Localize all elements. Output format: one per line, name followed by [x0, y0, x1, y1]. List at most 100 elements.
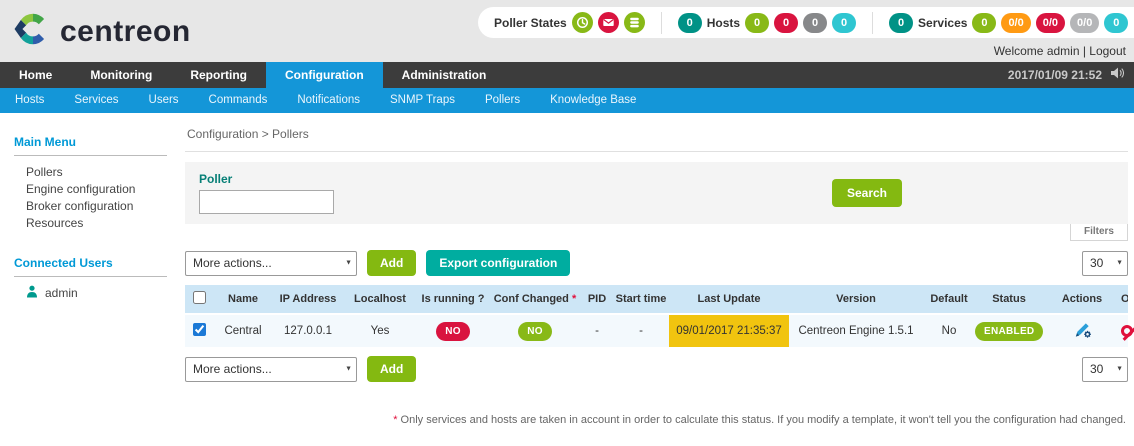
footnote-text: Only services and hosts are taken in acc…: [397, 414, 1126, 426]
subnav-item-snmp-traps[interactable]: SNMP Traps: [375, 88, 470, 113]
hosts-up-badge[interactable]: 0: [745, 13, 769, 33]
sidebar-item-engine-configuration[interactable]: Engine configuration: [26, 181, 167, 198]
centreon-logo-icon: [14, 10, 52, 53]
configuration-sub-nav: Hosts Services Users Commands Notificati…: [0, 88, 1134, 113]
services-status-group: 0 Services 0 0/0 0/0 0/0 0: [889, 13, 1128, 33]
centreon-app: centreon Poller States 0 Hosts 0: [0, 0, 1134, 446]
poller-search-input[interactable]: [199, 190, 334, 214]
table-header-row: Name IP Address Localhost Is running ? C…: [185, 285, 1128, 314]
services-total-badge[interactable]: 0: [889, 13, 913, 33]
table-row: Central 127.0.0.1 Yes NO NO - - 09/01/20…: [185, 314, 1128, 347]
nav-item-monitoring[interactable]: Monitoring: [71, 62, 171, 88]
services-warning-badge[interactable]: 0/0: [1001, 13, 1030, 33]
hosts-label: Hosts: [707, 16, 740, 30]
poller-database-icon[interactable]: [624, 12, 645, 33]
subnav-item-services[interactable]: Services: [59, 88, 133, 113]
header-name[interactable]: Name: [213, 285, 273, 314]
header-conf-changed[interactable]: Conf Changed *: [489, 285, 581, 314]
is-running-badge: NO: [436, 322, 470, 341]
status-separator: [661, 12, 662, 34]
cell-options: [1121, 314, 1128, 347]
required-asterisk: *: [572, 293, 576, 305]
services-pending-badge[interactable]: 0: [1104, 13, 1128, 33]
sidebar-item-broker-configuration[interactable]: Broker configuration: [26, 198, 167, 215]
poller-latency-clock-icon[interactable]: [572, 12, 593, 33]
cell-start-time: -: [613, 314, 669, 347]
header-is-running[interactable]: Is running ?: [417, 285, 489, 314]
services-critical-badge[interactable]: 0/0: [1036, 13, 1065, 33]
services-unknown-badge[interactable]: 0/0: [1070, 13, 1099, 33]
hosts-pending-badge[interactable]: 0: [832, 13, 856, 33]
hosts-down-badge[interactable]: 0: [774, 13, 798, 33]
services-label: Services: [918, 16, 967, 30]
services-ok-badge[interactable]: 0: [972, 13, 996, 33]
header-localhost[interactable]: Localhost: [343, 285, 417, 314]
subnav-item-pollers[interactable]: Pollers: [470, 88, 535, 113]
pollers-table: Name IP Address Localhost Is running ? C…: [185, 285, 1128, 347]
status-separator: [872, 12, 873, 34]
select-all-checkbox[interactable]: [193, 291, 206, 304]
cell-last-update: 09/01/2017 21:35:37: [669, 314, 789, 347]
toolbar-top: More actions... Add Export configuration…: [185, 250, 1128, 276]
nav-item-home[interactable]: Home: [0, 62, 71, 88]
subnav-item-commands[interactable]: Commands: [194, 88, 283, 113]
content: Main Menu Pollers Engine configuration B…: [0, 113, 1134, 446]
nav-item-reporting[interactable]: Reporting: [171, 62, 266, 88]
search-button[interactable]: Search: [832, 179, 902, 207]
row-checkbox[interactable]: [193, 323, 206, 336]
sidebar-item-resources[interactable]: Resources: [26, 215, 167, 232]
cell-ip-address: 127.0.0.1: [273, 314, 343, 347]
add-button-top[interactable]: Add: [367, 250, 416, 276]
add-button-bottom[interactable]: Add: [367, 356, 416, 382]
page-size-select-top[interactable]: 30: [1082, 251, 1128, 276]
poller-config-mail-icon[interactable]: [598, 12, 619, 33]
subnav-item-hosts[interactable]: Hosts: [0, 88, 59, 113]
page-size-select-bottom[interactable]: 30: [1082, 357, 1128, 382]
sidebar-item-pollers[interactable]: Pollers: [26, 164, 167, 181]
more-actions-select-top[interactable]: More actions...: [185, 251, 357, 276]
main-nav: Home Monitoring Reporting Configuration …: [0, 62, 1134, 88]
header-options[interactable]: Options: [1121, 285, 1128, 314]
status-enabled-badge: ENABLED: [975, 322, 1043, 341]
more-actions-select-bottom[interactable]: More actions...: [185, 357, 357, 382]
conf-changed-badge: NO: [518, 322, 552, 341]
header-default[interactable]: Default: [923, 285, 975, 314]
centreon-logo[interactable]: centreon: [14, 10, 191, 53]
nav-item-administration[interactable]: Administration: [383, 62, 506, 88]
toolbar-bottom: More actions... Add 30: [185, 356, 1128, 382]
edit-pencil-gear-icon[interactable]: [1073, 320, 1092, 342]
header-status[interactable]: Status: [975, 285, 1043, 314]
header-pid[interactable]: PID: [581, 285, 613, 314]
header-ip-address[interactable]: IP Address: [273, 285, 343, 314]
poller-field-label: Poller: [199, 172, 1114, 186]
filters-tab[interactable]: Filters: [1070, 224, 1128, 241]
hosts-total-badge[interactable]: 0: [678, 13, 702, 33]
welcome-logout-link[interactable]: Welcome admin | Logout: [994, 44, 1126, 58]
poller-search-panel: Poller Search: [185, 162, 1128, 224]
subnav-item-users[interactable]: Users: [134, 88, 194, 113]
cell-pid: -: [581, 314, 613, 347]
hosts-unreachable-badge[interactable]: 0: [803, 13, 827, 33]
nav-datetime: 2017/01/09 21:52: [1008, 68, 1102, 82]
header-version[interactable]: Version: [789, 285, 923, 314]
export-configuration-button[interactable]: Export configuration: [426, 250, 570, 276]
user-person-icon: [26, 285, 38, 301]
sidebar-main-menu-title: Main Menu: [14, 135, 167, 149]
header-actions[interactable]: Actions: [1043, 285, 1121, 314]
header-last-update[interactable]: Last Update: [669, 285, 789, 314]
subnav-item-knowledge-base[interactable]: Knowledge Base: [535, 88, 651, 113]
connected-user-admin[interactable]: admin: [26, 285, 167, 301]
header-start-time[interactable]: Start time: [613, 285, 669, 314]
subnav-item-notifications[interactable]: Notifications: [282, 88, 375, 113]
nav-right: 2017/01/09 21:52: [1008, 62, 1134, 88]
poller-states-group: Poller States: [494, 12, 645, 33]
global-status-bar: Poller States 0 Hosts 0 0 0 0: [478, 7, 1134, 38]
main-area: Configuration > Pollers Poller Search Fi…: [185, 113, 1134, 446]
cell-name[interactable]: Central: [213, 314, 273, 347]
divider: [14, 276, 167, 277]
nav-item-configuration[interactable]: Configuration: [266, 62, 383, 88]
cell-status: ENABLED: [975, 314, 1043, 347]
sound-speaker-icon[interactable]: [1110, 66, 1124, 84]
no-entry-icon[interactable]: [1121, 325, 1133, 337]
connected-user-name: admin: [45, 286, 78, 300]
